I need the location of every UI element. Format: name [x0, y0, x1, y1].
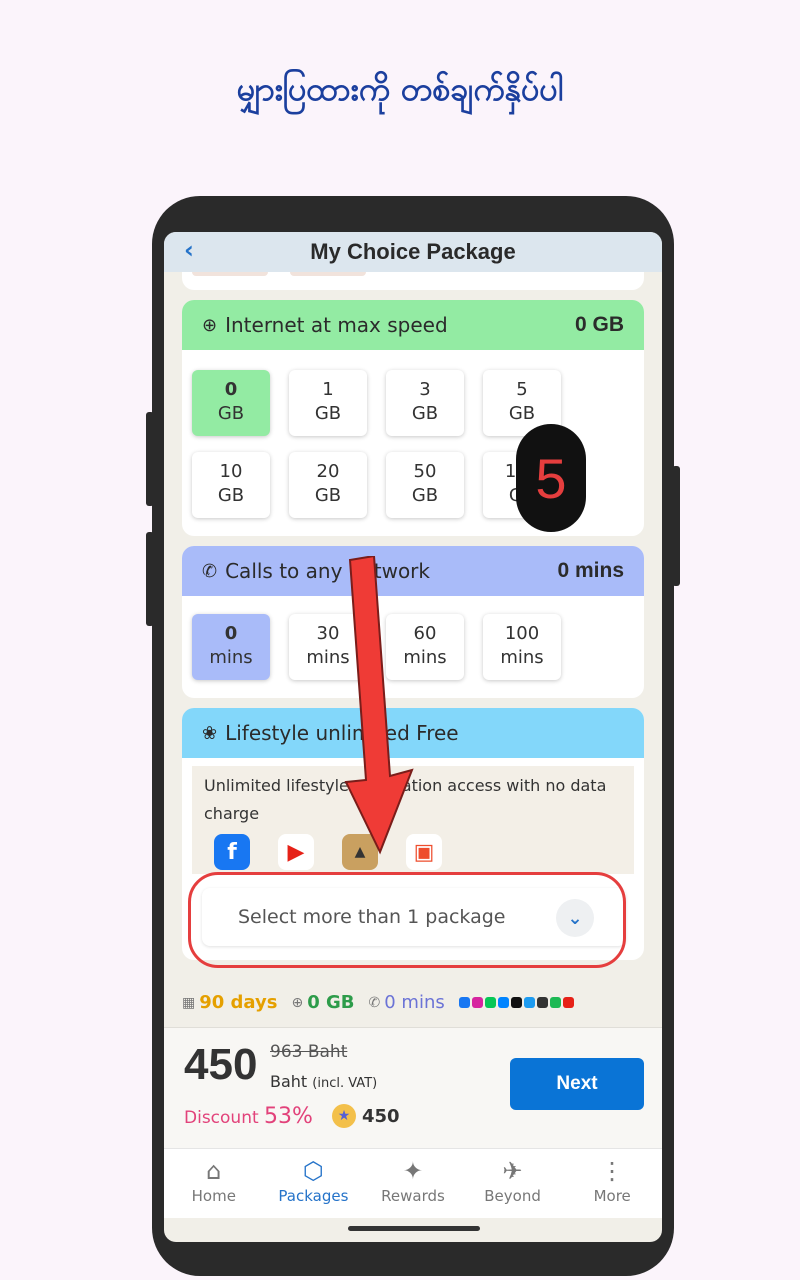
package-summary: ▦ 90 days ⊕ 0 GB ✆ 0 mins	[164, 978, 662, 1028]
internet-value: 0 GB	[574, 313, 624, 336]
apps-icon: ❀	[202, 722, 218, 744]
back-icon[interactable]: ‹	[184, 236, 194, 264]
discount-label: Discount 53%	[184, 1104, 313, 1129]
phone-side-button	[146, 532, 154, 626]
calls-value: 0 mins	[557, 559, 624, 582]
internet-option[interactable]: 3 GB	[386, 370, 464, 436]
calendar-icon: ▦	[182, 994, 196, 1011]
more-icon: ⋮	[600, 1157, 625, 1185]
previous-card-peek	[182, 272, 644, 290]
summary-mins: 0 mins	[384, 992, 445, 1013]
instruction-caption: မျှားပြထားကို တစ်ချက်နှိပ်ပါ	[236, 70, 564, 108]
internet-option[interactable]: 20 GB	[289, 452, 367, 518]
price-currency: Baht (incl. VAT)	[270, 1072, 378, 1091]
summary-app-icons	[458, 997, 574, 1008]
internet-option[interactable]: 10 GB	[192, 452, 270, 518]
calls-option[interactable]: 100 mins	[483, 614, 561, 680]
gift-icon: ✦	[402, 1157, 424, 1185]
internet-option[interactable]: 50 GB	[386, 452, 464, 518]
star-points-icon: ★	[332, 1104, 356, 1128]
box-icon: ⬡	[302, 1157, 324, 1185]
next-button[interactable]: Next	[510, 1058, 644, 1110]
step-number-badge: 5	[516, 424, 586, 532]
summary-gb: 0 GB	[307, 992, 355, 1013]
home-icon: ⌂	[206, 1157, 222, 1185]
phone-side-button	[146, 412, 154, 506]
nav-item-more[interactable]: ⋮ More	[562, 1149, 662, 1218]
pointer-arrow-icon	[344, 556, 414, 855]
target-highlight-outline	[188, 872, 626, 968]
home-indicator	[348, 1226, 480, 1231]
facebook-icon: f	[214, 834, 250, 870]
bottom-nav: ⌂ Home ⬡ Packages ✦ Rewards ✈ Beyond ⋮ More	[164, 1148, 662, 1218]
nav-item-beyond[interactable]: ✈ Beyond	[463, 1149, 563, 1218]
top-bar: ‹ My Choice Package	[164, 232, 662, 272]
globe-icon: ⊕	[291, 994, 304, 1011]
points-earned: ★ 450	[332, 1104, 400, 1128]
nav-item-home[interactable]: ⌂ Home	[164, 1149, 264, 1218]
youtube-icon: ▶	[278, 834, 314, 870]
internet-option[interactable]: 0 GB	[192, 370, 270, 436]
internet-title: Internet at max speed	[225, 313, 448, 337]
summary-days: 90 days	[199, 992, 278, 1013]
internet-option[interactable]: 1 GB	[289, 370, 367, 436]
phone-power-button	[672, 466, 680, 586]
plane-icon: ✈	[502, 1157, 523, 1185]
old-price: 963 Baht	[270, 1042, 348, 1062]
nav-item-rewards[interactable]: ✦ Rewards	[363, 1149, 463, 1218]
calls-option[interactable]: 0 mins	[192, 614, 270, 680]
price-panel: 450 963 Baht Baht (incl. VAT) Discount 5…	[164, 1028, 662, 1148]
globe-icon: ⊕	[202, 314, 218, 336]
page-title: My Choice Package	[310, 239, 516, 264]
internet-card-header: ⊕ Internet at max speed 0 GB	[182, 300, 644, 350]
nav-item-packages[interactable]: ⬡ Packages	[264, 1149, 364, 1218]
price-amount: 450	[184, 1040, 258, 1089]
phone-icon: ✆	[368, 994, 381, 1011]
phone-icon: ✆	[202, 560, 218, 582]
